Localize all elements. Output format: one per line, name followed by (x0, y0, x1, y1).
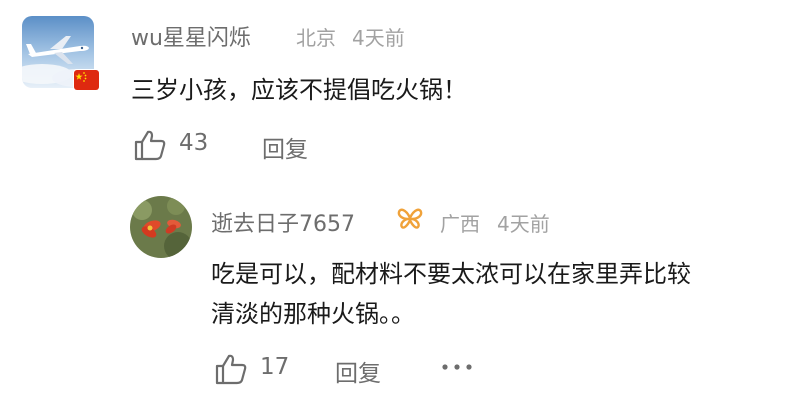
like-button[interactable]: 43 (133, 126, 217, 166)
thumbs-up-icon (134, 130, 166, 161)
reply-text-line-2: 清淡的那种火锅。。 (211, 300, 415, 328)
reply-username[interactable]: 逝去日子7657 (211, 206, 355, 238)
reply-reply-button[interactable]: 回复 (335, 354, 381, 388)
comment-time: 4天前 (352, 26, 405, 50)
reply-avatar[interactable] (130, 196, 192, 258)
like-count: 43 (179, 130, 209, 156)
reply-like-button[interactable]: 17 (214, 350, 294, 390)
reply-like-count: 17 (260, 354, 290, 380)
reply-location: 广西 (440, 212, 480, 236)
comment-location: 北京 (296, 26, 336, 50)
commenter-username[interactable]: wu星星闪烁 (131, 20, 251, 52)
thumbs-up-icon (215, 354, 247, 385)
reply-text-line-1: 吃是可以，配材料不要太浓可以在家里弄比较 (211, 260, 691, 288)
more-dots-icon[interactable] (440, 360, 474, 374)
comment-text: 三岁小孩，应该不提倡吃火锅！ (131, 76, 467, 104)
butterfly-badge-icon (397, 208, 423, 229)
reply-time: 4天前 (497, 212, 550, 236)
china-flag-icon (73, 69, 100, 91)
reply-button[interactable]: 回复 (262, 130, 308, 164)
